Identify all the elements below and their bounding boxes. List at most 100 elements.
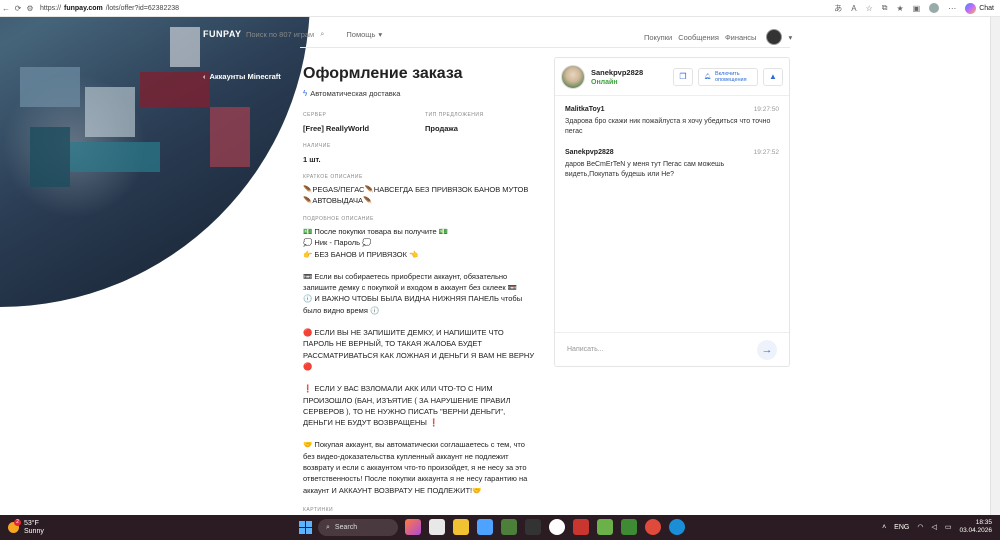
sun-icon: 2 [8, 519, 21, 533]
param-server: СЕРВЕР [Free] ReallyWorld [303, 112, 425, 133]
user-avatar[interactable] [766, 29, 783, 45]
app-red-icon[interactable] [573, 519, 589, 535]
store-icon[interactable] [477, 519, 493, 535]
more-icon[interactable]: ⋯ [948, 4, 956, 13]
report-button[interactable]: ▲ [763, 67, 783, 86]
yandex-icon[interactable] [549, 519, 565, 535]
nav-purchases[interactable]: Покупки [644, 33, 672, 42]
task-view-icon[interactable] [429, 519, 445, 535]
reload-icon[interactable]: ⟳ [12, 4, 24, 13]
param-value: Продажа [425, 124, 458, 133]
weather-desc: Sunny [24, 527, 44, 535]
taskbar: 2 53°F Sunny ⌕ Search ˄ ENG ◠ ◁ ▭ 18:35 … [0, 515, 1000, 540]
top-nav-right: Покупки Сообщения Финансы ▾ [644, 29, 792, 45]
auto-delivery: ϟ Автоматическая доставка [303, 89, 535, 98]
param-value: 1 шт. [303, 155, 321, 164]
order-details: Оформление заказа ϟ Автоматическая доста… [303, 65, 535, 515]
message-text: Здарова бро скажи ник пожайлуста я хочу … [565, 118, 771, 135]
scrollbar[interactable] [990, 17, 1000, 515]
file-explorer-icon[interactable] [453, 519, 469, 535]
param-stock: НАЛИЧИЕ 1 шт. [303, 143, 425, 164]
chat-header: Sanekpvp2828 Онлайн ❐ 🔔︎ Включить оповещ… [555, 58, 789, 96]
lightning-icon: ϟ [303, 89, 308, 98]
minecraft-icon[interactable] [501, 519, 517, 535]
nav-divider [300, 47, 790, 48]
site-info-icon[interactable]: ⚙ [24, 4, 36, 13]
description-paragraph: 🤝 Покупая аккаунт, вы автоматически согл… [303, 440, 528, 495]
bell-icon: 🔔︎ [704, 73, 711, 80]
funpay-logo[interactable]: FUNPAY [203, 29, 242, 39]
message-time: 19:27:50 [753, 106, 779, 113]
address-bar[interactable]: https://funpay.com/lots/offer?id=6238223… [40, 5, 179, 12]
battery-icon[interactable]: ▭ [945, 523, 952, 531]
chevron-up-icon[interactable]: ˄ [882, 524, 886, 531]
volume-icon[interactable]: ◁ [931, 523, 936, 531]
profile-avatar[interactable] [929, 3, 940, 13]
copilot-chat-button[interactable]: Chat [965, 2, 994, 14]
favorites-bar-icon[interactable]: ★ [896, 4, 903, 13]
chevron-down-icon: ▾ [378, 29, 383, 39]
notification-badge: 2 [14, 519, 21, 526]
language-indicator[interactable]: ENG [894, 524, 909, 531]
offer-params: СЕРВЕР [Free] ReallyWorld ТИП ПРЕДЛОЖЕНИ… [303, 112, 535, 164]
chrome-icon[interactable] [645, 519, 661, 535]
weather-widget[interactable]: 2 53°F Sunny [8, 519, 44, 536]
favorite-icon[interactable]: ☆ [866, 4, 873, 13]
warning-icon: ▲ [769, 72, 777, 81]
back-icon[interactable]: ← [0, 4, 12, 13]
send-button[interactable]: → [757, 339, 777, 360]
help-menu[interactable]: Помощь ▾ [346, 30, 382, 39]
enable-notifications-button[interactable]: 🔔︎ Включить оповещения [698, 67, 758, 86]
url-path: /lots/offer?id=62382238 [105, 4, 180, 12]
chat-messages: MalitkaToy1 19:27:50 Здарова бро скажи н… [555, 96, 789, 180]
wifi-icon[interactable]: ◠ [917, 523, 923, 531]
taskbar-search[interactable]: ⌕ Search [318, 519, 398, 536]
taskbar-apps [405, 519, 685, 535]
game-search-input[interactable]: Поиск по 807 играм [246, 30, 314, 39]
chat-message: MalitkaToy1 19:27:50 Здарова бро скажи н… [565, 106, 779, 137]
short-description: 🪶PEGAS/ПЕГАС🪶НАВСЕГДА БЕЗ ПРИВЯЗОК БАНОВ… [303, 185, 529, 205]
chevron-down-icon[interactable]: ▾ [788, 33, 792, 42]
message-author[interactable]: MalitkaToy1 [565, 106, 605, 113]
app-colorful-icon[interactable] [405, 519, 421, 535]
extensions-icon[interactable]: ⧉ [882, 3, 888, 13]
nav-messages[interactable]: Сообщения [678, 33, 719, 42]
description-paragraph: 📼 Если вы собираетесь приобрести аккаунт… [303, 271, 523, 315]
url-domain: funpay.com [64, 4, 103, 12]
message-text: даров BeCmErTeN у меня тут Пегас сам мож… [565, 161, 725, 178]
message-input[interactable]: Написать... → [555, 332, 789, 366]
minecraft-launcher-icon[interactable] [597, 519, 613, 535]
clock-date: 03.04.2026 [959, 527, 992, 534]
page-title: Оформление заказа [303, 65, 463, 82]
edge-icon[interactable] [669, 519, 685, 535]
search-icon[interactable]: ⌕ [320, 29, 324, 39]
reader-icon[interactable]: A [851, 4, 856, 13]
translate-icon[interactable]: あ [834, 3, 842, 14]
message-time: 19:27:52 [753, 149, 779, 156]
param-label: СЕРВЕР [303, 112, 327, 118]
description-paragraph: ❗ ЕСЛИ У ВАС ВЗЛОМАЛИ АКК ИЛИ ЧТО-ТО С Н… [303, 384, 511, 428]
notify-label: Включить оповещения [714, 70, 747, 83]
taskbar-search-label: Search [334, 524, 358, 531]
message-author[interactable]: Sanekpvp2828 [565, 149, 614, 156]
long-description: 💵 После покупки товара вы получите 💵 💭 Н… [303, 226, 535, 496]
page-content: FUNPAY Поиск по 807 играм ⌕ Помощь ▾ Пок… [0, 17, 1000, 515]
collections-icon[interactable]: ▣ [913, 4, 921, 13]
app-dark-icon[interactable] [525, 519, 541, 535]
top-nav-left: Поиск по 807 играм ⌕ Помощь ▾ [246, 29, 382, 39]
long-description-label: ПОДРОБНОЕ ОПИСАНИЕ [303, 216, 374, 222]
short-description-label: КРАТКОЕ ОПИСАНИЕ [303, 174, 363, 180]
search-icon: ⌕ [326, 523, 330, 531]
copy-icon: ❐ [679, 72, 687, 81]
windows-start-icon[interactable] [299, 521, 312, 534]
back-to-category-link[interactable]: ‹ Аккаунты Minecraft [203, 72, 281, 81]
seller-avatar[interactable] [561, 64, 585, 89]
grass-block-icon[interactable] [621, 519, 637, 535]
chat-label: Chat [979, 4, 994, 12]
seller-chat: Sanekpvp2828 Онлайн ❐ 🔔︎ Включить оповещ… [554, 57, 790, 367]
copy-button[interactable]: ❐ [673, 67, 693, 86]
seller-name[interactable]: Sanekpvp2828 [591, 68, 643, 77]
clock[interactable]: 18:35 03.04.2026 [959, 519, 992, 535]
nav-finances[interactable]: Финансы [725, 33, 757, 42]
browser-toolbar: ← ⟳ ⚙ https://funpay.com/lots/offer?id=6… [0, 0, 1000, 17]
